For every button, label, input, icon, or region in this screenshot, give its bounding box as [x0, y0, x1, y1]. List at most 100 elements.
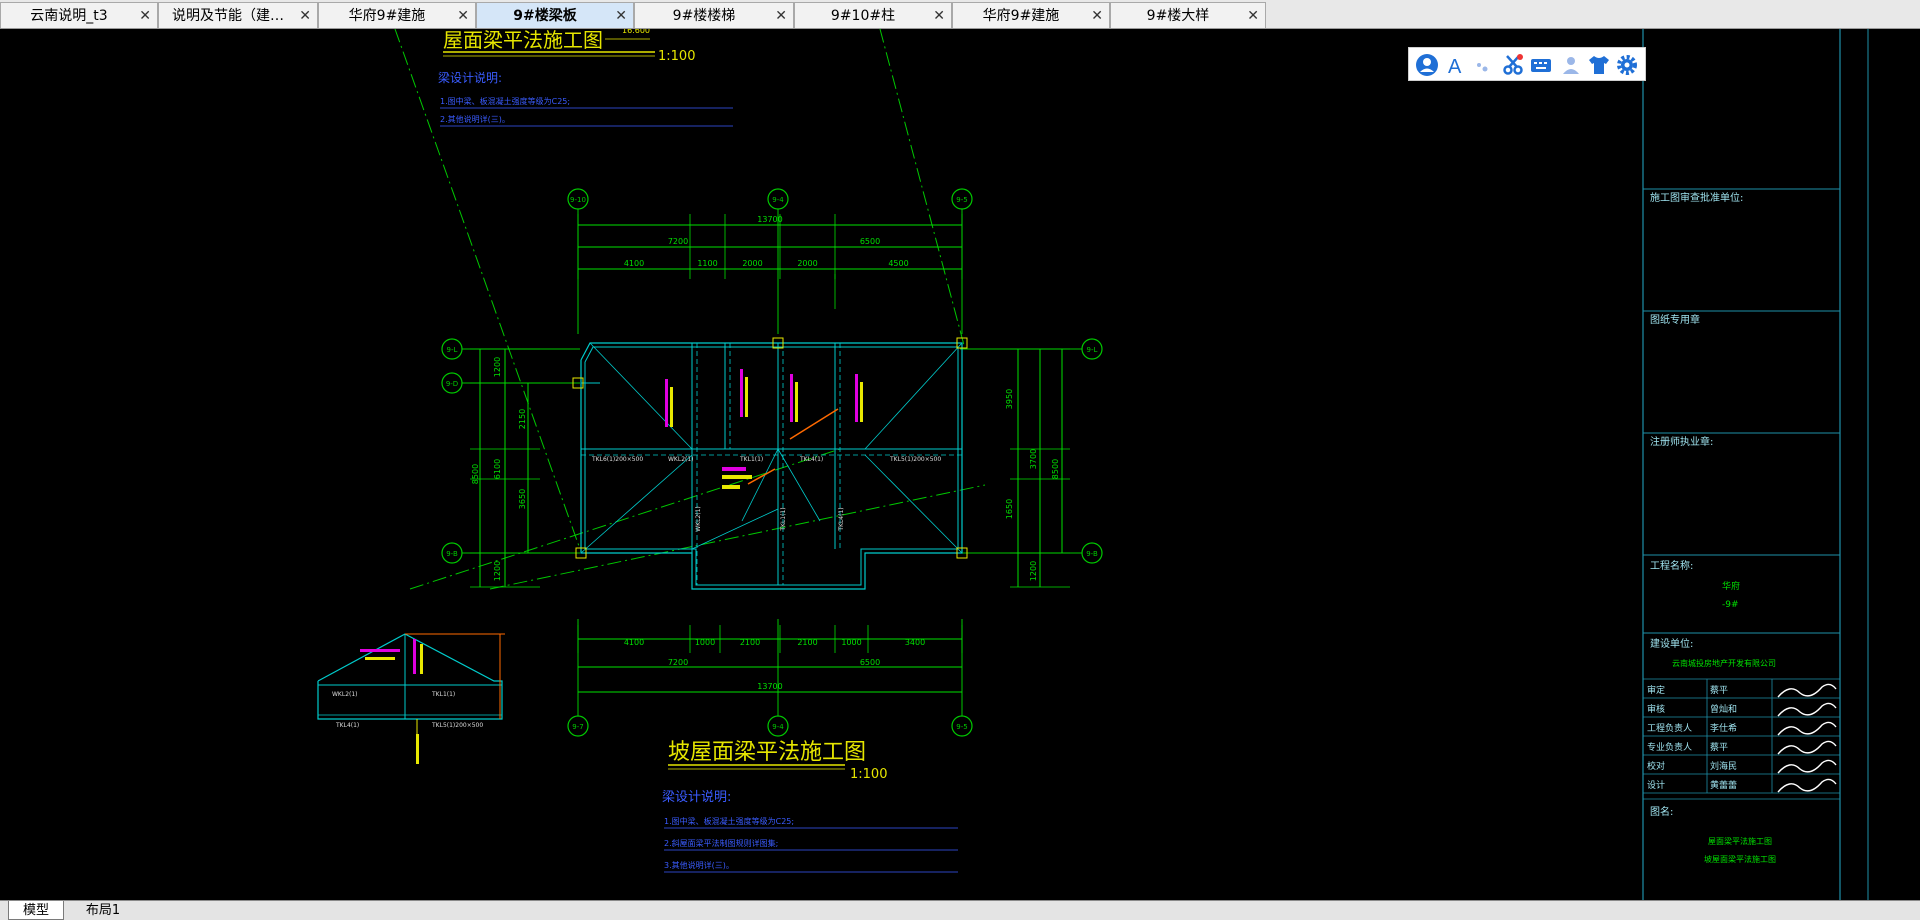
- role-name: 蔡平: [1710, 684, 1728, 696]
- role-label: 设计: [1647, 779, 1665, 791]
- beam-outline: [580, 342, 963, 590]
- dot-icon[interactable]: [1471, 53, 1495, 77]
- beam-label-mark: [855, 374, 858, 422]
- dim-text: 4100: [624, 259, 644, 268]
- svg-text:A: A: [1448, 56, 1462, 77]
- user-icon[interactable]: [1415, 53, 1439, 77]
- axis-label-bottom: 9-4: [772, 723, 784, 731]
- tab-5[interactable]: 9#楼楼梯 ✕: [634, 2, 794, 28]
- person-icon[interactable]: [1559, 53, 1583, 77]
- section-label-mark: [420, 644, 423, 674]
- scissors-icon[interactable]: [1501, 53, 1525, 77]
- signature: [1777, 778, 1837, 793]
- drawing-canvas[interactable]: 屋面梁平法施工图 1:100 16.600 梁设计说明: 1.图中梁、板混凝土强度等级为…: [0, 26, 1920, 900]
- tab-2[interactable]: 说明及节能（建… ✕: [158, 2, 318, 28]
- dim-text: 7200: [668, 237, 688, 246]
- signature: [1777, 759, 1837, 774]
- axis-label-left: 9-B: [446, 550, 458, 558]
- drawing-name: 坡屋面梁平法施工图: [1704, 854, 1776, 864]
- tab-1[interactable]: 云南说明_t3 ✕: [0, 2, 158, 28]
- hip-line: [864, 342, 963, 450]
- tab-7[interactable]: 华府9#建施 ✕: [952, 2, 1110, 28]
- gear-icon[interactable]: [1615, 53, 1639, 77]
- dim-text-vertical: 3650: [518, 489, 527, 509]
- review-unit-label: 施工图审查批准单位:: [1650, 191, 1743, 204]
- section-beam-label: TKL4(1): [335, 722, 359, 729]
- project-name: 华府: [1722, 580, 1740, 592]
- tab-8[interactable]: 9#楼大样 ✕: [1110, 2, 1266, 28]
- project-sub: -9#: [1722, 600, 1739, 610]
- beam-label-vertical: TKL4(1): [838, 507, 845, 531]
- drawing-name: 屋面梁平法施工图: [1708, 836, 1772, 846]
- signature: [1777, 740, 1837, 755]
- tab-label: 9#10#柱: [830, 8, 896, 24]
- tab-close-icon[interactable]: ✕: [139, 3, 151, 29]
- beam-label-mark: [722, 485, 740, 489]
- layout1-tab[interactable]: 布局1: [70, 901, 136, 920]
- tab-close-icon[interactable]: ✕: [299, 3, 311, 29]
- beam-label-mark: [670, 387, 673, 427]
- section-label-mark: [360, 649, 400, 652]
- tab-3[interactable]: 华府9#建施 ✕: [318, 2, 476, 28]
- axis-label-bottom: 9-5: [956, 723, 967, 731]
- dim-text-vertical: 3700: [1029, 449, 1038, 469]
- dim-text: 1000: [841, 638, 861, 647]
- section-label-mark: [413, 639, 416, 674]
- tab-4[interactable]: 9#楼梁板 ✕: [476, 2, 634, 28]
- signature: [1777, 683, 1837, 698]
- top-drawing-title: 屋面梁平法施工图: [443, 29, 603, 52]
- role-name: 蔡平: [1710, 741, 1728, 753]
- main-drawing-title: 坡屋面梁平法施工图: [668, 740, 866, 765]
- tab-close-icon[interactable]: ✕: [615, 3, 627, 29]
- beam-label-mark: [745, 377, 748, 417]
- axis-label-right: 9-B: [1086, 550, 1098, 558]
- hip-line: [864, 454, 963, 554]
- model-tab[interactable]: 模型: [8, 901, 64, 920]
- signature: [1777, 702, 1837, 717]
- dim-text: 6500: [860, 237, 880, 246]
- tab-close-icon[interactable]: ✕: [775, 3, 787, 29]
- hip-line: [589, 342, 693, 450]
- dim-text: 3400: [905, 638, 925, 647]
- role-name: 刘海民: [1710, 760, 1737, 772]
- tab-close-icon[interactable]: ✕: [933, 3, 945, 29]
- keyboard-icon[interactable]: [1529, 53, 1553, 77]
- tab-6[interactable]: 9#10#柱 ✕: [794, 2, 952, 28]
- beam-label-mark: [722, 467, 746, 471]
- tab-label: 9#楼楼梯: [672, 8, 736, 24]
- dim-text-vertical: 6100: [493, 459, 502, 479]
- beam-label: TKL5(1)200×500: [889, 456, 941, 463]
- shirt-icon[interactable]: [1587, 53, 1611, 77]
- tab-label: 9#楼大样: [1146, 8, 1210, 24]
- role-name: 黄蕾蕾: [1710, 779, 1737, 791]
- role-label: 校对: [1647, 760, 1665, 772]
- dim-text-vertical: 1200: [1029, 561, 1038, 581]
- beam-label: TKL4(1): [799, 456, 823, 463]
- bottom-notes-title: 梁设计说明:: [662, 790, 731, 805]
- beam-label-vertical: WKL2(1): [695, 506, 702, 532]
- main-drawing-scale: 1:100: [850, 767, 887, 782]
- level-mark: 16.600: [622, 29, 650, 35]
- axis-label-top: 9-5: [956, 196, 967, 204]
- drawing-name-label: 图名:: [1650, 805, 1673, 818]
- axis-label-top: 9-4: [772, 196, 784, 204]
- font-icon[interactable]: A: [1443, 53, 1467, 77]
- tab-label: 说明及节能（建…: [172, 8, 284, 24]
- role-label: 专业负责人: [1647, 741, 1692, 753]
- document-tab-bar: 云南说明_t3 ✕ 说明及节能（建… ✕ 华府9#建施 ✕ 9#楼梁板 ✕ 9#楼楼梯 ✕ 9#10…: [0, 0, 1920, 29]
- tab-close-icon[interactable]: ✕: [1247, 3, 1259, 29]
- top-notes-title: 梁设计说明:: [438, 70, 502, 85]
- top-note-line: 1.图中梁、板混凝土强度等级为C25;: [440, 96, 570, 106]
- dim-text-vertical: 1650: [1005, 499, 1014, 519]
- beam-label-mark: [740, 369, 743, 417]
- dim-text-vertical: 2150: [518, 409, 527, 429]
- tab-close-icon[interactable]: ✕: [457, 3, 469, 29]
- tab-close-icon[interactable]: ✕: [1091, 3, 1103, 29]
- beam-outline-inner: [584, 346, 959, 586]
- dim-text: 6500: [860, 658, 880, 667]
- role-name: 曾灿和: [1710, 703, 1737, 715]
- client-label: 建设单位:: [1650, 637, 1693, 650]
- tab-label: 云南说明_t3: [30, 8, 108, 24]
- bottom-note-line: 3.其他说明详(三)。: [664, 860, 734, 870]
- tab-label: 华府9#建施: [348, 8, 426, 24]
